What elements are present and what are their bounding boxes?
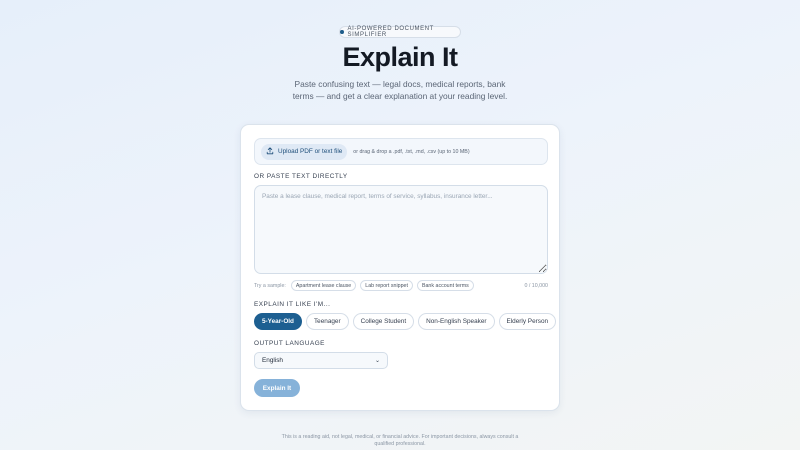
level-option-teenager[interactable]: Teenager (305, 313, 349, 330)
level-option-5-year-old[interactable]: 5-Year-Old (254, 313, 302, 330)
explain-submit-button[interactable]: Explain It (254, 379, 300, 397)
upload-file-button[interactable]: Upload PDF or text file (261, 143, 348, 160)
chevron-down-icon: ⌄ (374, 358, 380, 364)
upload-hint: or drag & drop a .pdf, .txt, .md, .csv (… (353, 148, 470, 155)
page-subtitle: Paste confusing text — legal docs, medic… (292, 79, 508, 101)
output-language-value: English (262, 357, 283, 364)
paste-text-input[interactable] (254, 185, 548, 274)
sample-chip-bank-terms[interactable]: Bank account terms (416, 280, 474, 291)
level-option-elderly-person[interactable]: Elderly Person (498, 313, 557, 330)
samples-label: Try a sample: (254, 282, 286, 289)
character-count: 0 / 10,000 (524, 282, 548, 289)
page-title: Explain It (342, 42, 458, 72)
sample-chip-lab-report[interactable]: Lab report snippet (360, 280, 413, 291)
level-option-non-english-speaker[interactable]: Non-English Speaker (418, 313, 495, 330)
level-option-college-student[interactable]: College Student (352, 313, 415, 330)
reading-level-label: EXPLAIN IT LIKE I'M... (254, 301, 331, 308)
sample-chip-lease[interactable]: Apartment lease clause (290, 280, 357, 291)
output-language-label: OUTPUT LANGUAGE (254, 340, 325, 347)
reading-level-options: 5-Year-Old Teenager College Student Non-… (254, 313, 557, 330)
upload-icon (266, 146, 274, 157)
upload-dropzone[interactable]: Upload PDF or text file or drag & drop a… (254, 138, 548, 165)
paste-text-label: OR PASTE TEXT DIRECTLY (254, 173, 348, 180)
hero-badge: AI-POWERED DOCUMENT SIMPLIFIER (339, 26, 461, 38)
badge-label: AI-POWERED DOCUMENT SIMPLIFIER (347, 26, 434, 38)
upload-button-label: Upload PDF or text file (278, 148, 343, 155)
disclaimer-text: This is a reading aid, not legal, medica… (281, 434, 519, 447)
explain-form-card: Upload PDF or text file or drag & drop a… (240, 124, 560, 411)
sample-row: Try a sample: Apartment lease clause Lab… (254, 280, 548, 291)
output-language-select[interactable]: English ⌄ (254, 352, 388, 369)
badge-dot-icon (340, 30, 344, 34)
